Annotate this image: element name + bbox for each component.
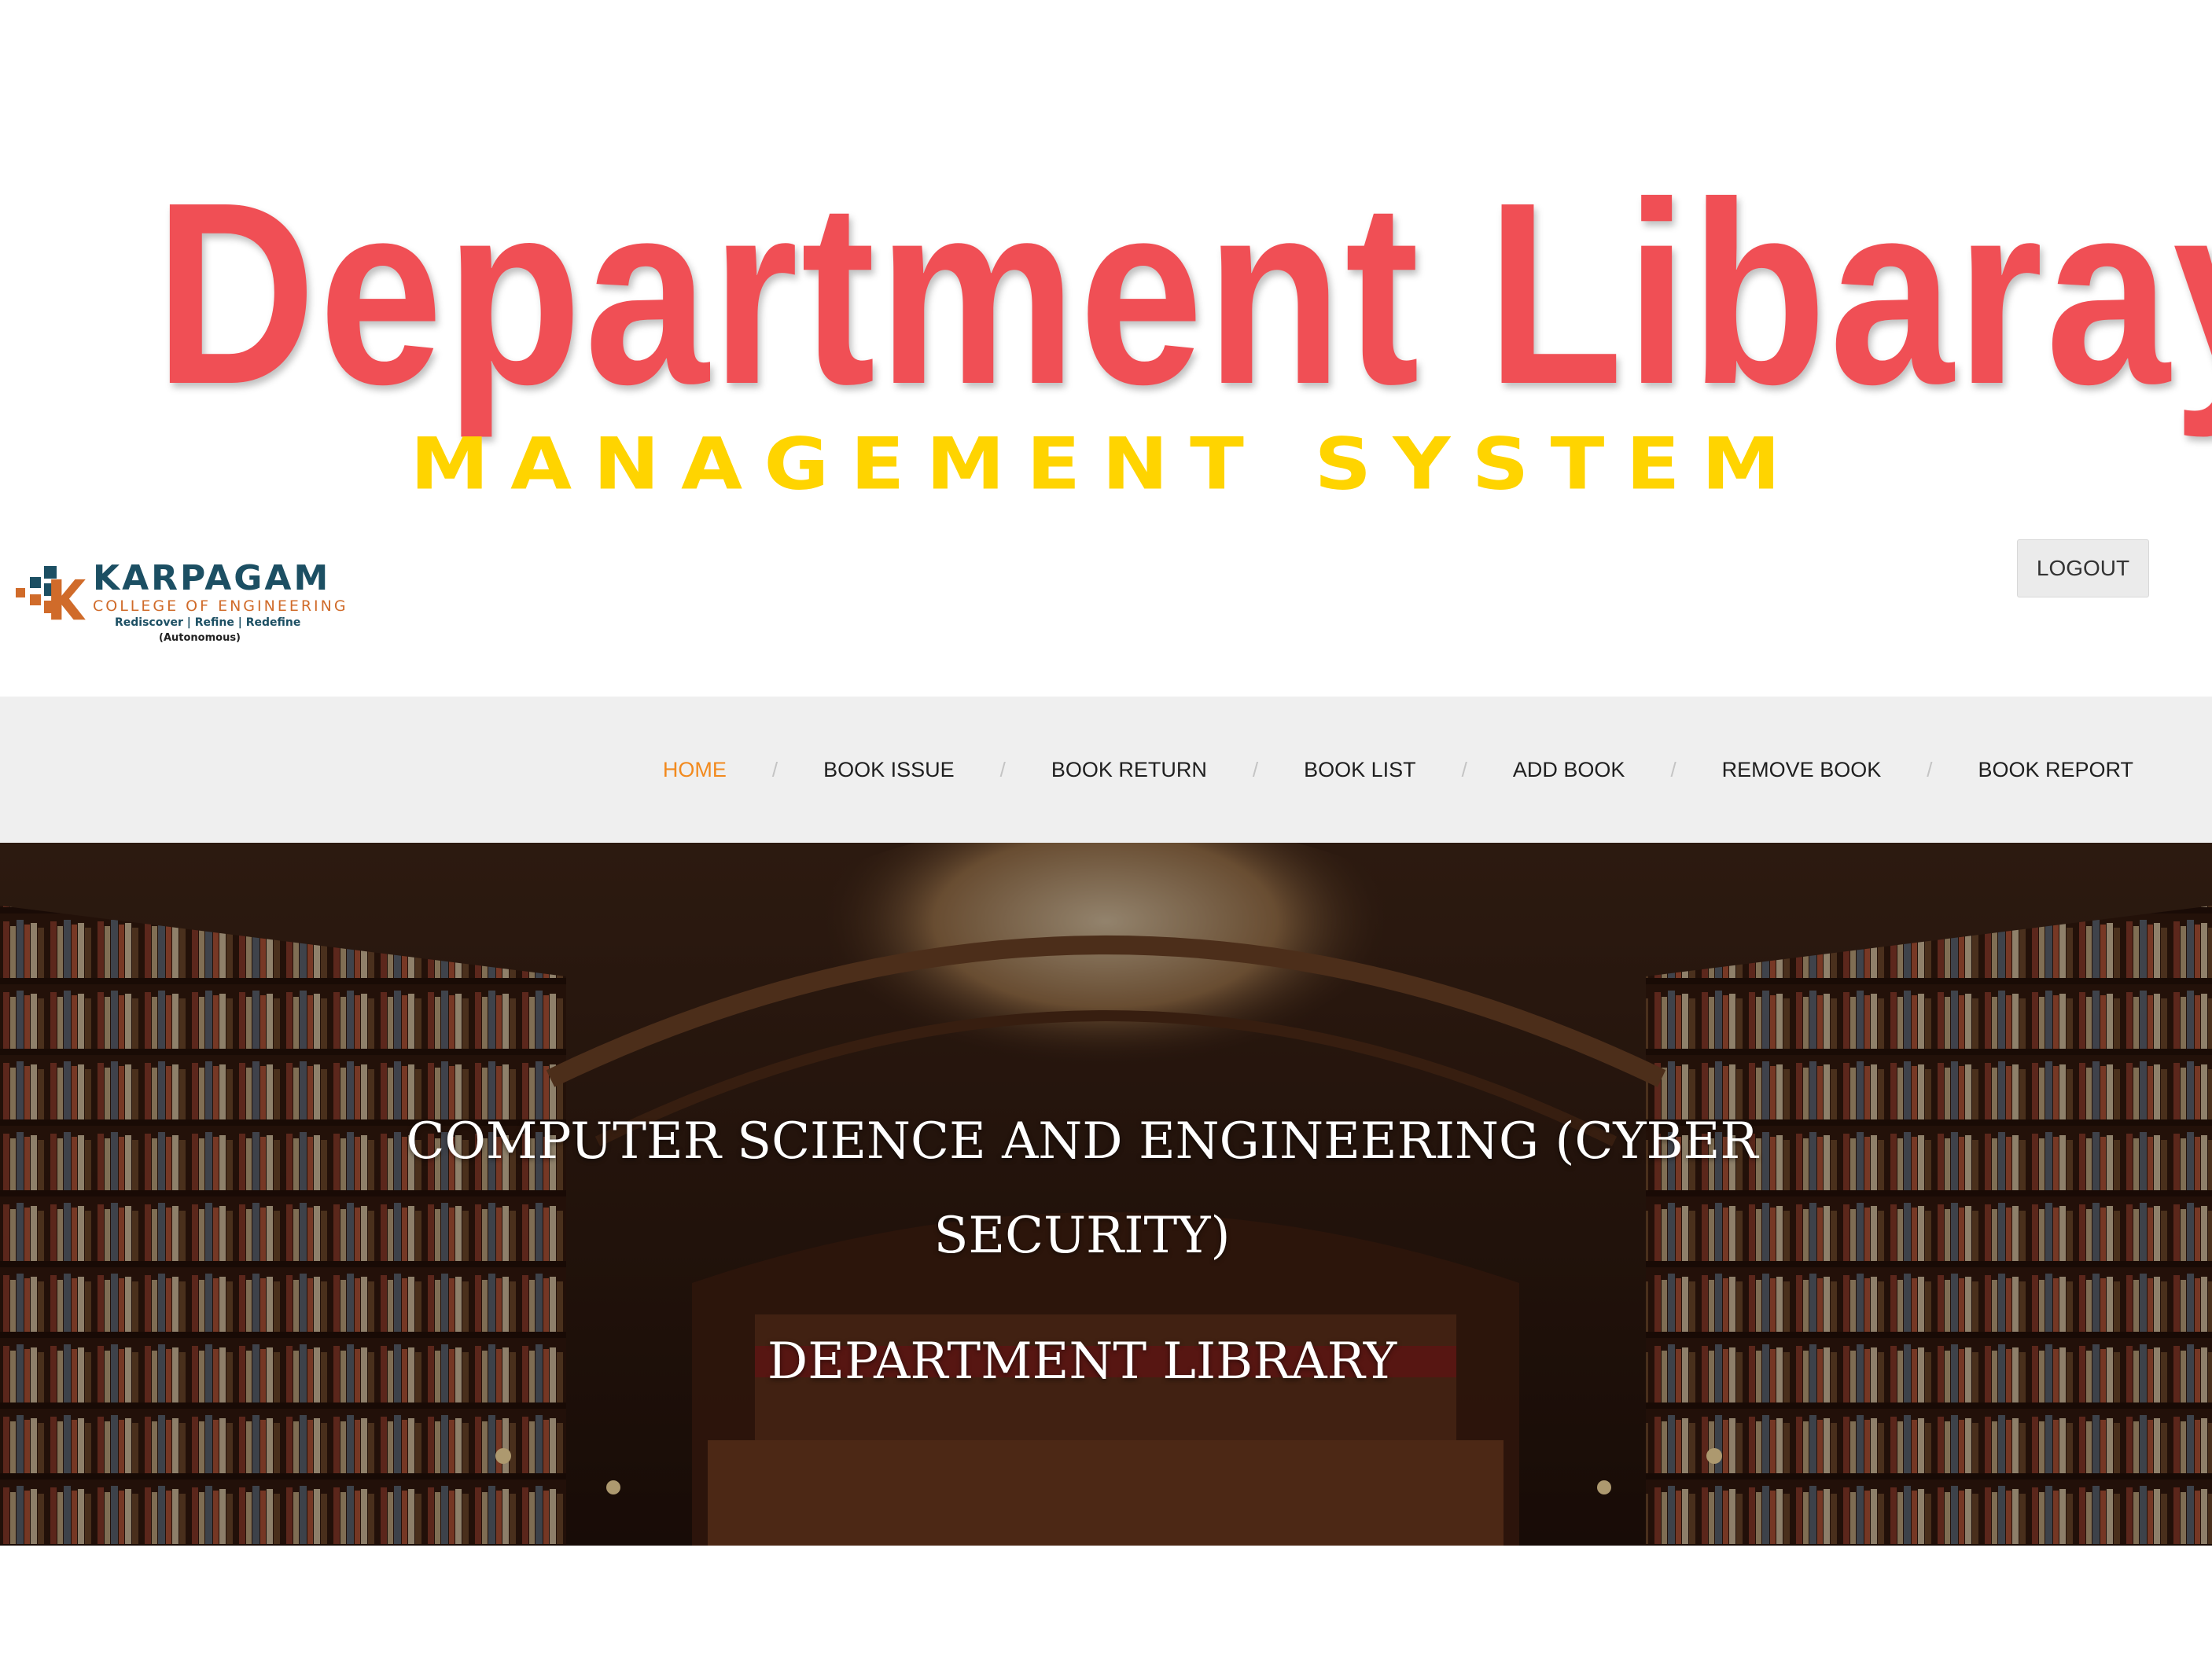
- nav-item-book-list[interactable]: BOOK LIST: [1304, 758, 1416, 782]
- logo-autonomous: (Autonomous): [159, 632, 241, 644]
- nav-separator: /: [1252, 757, 1259, 781]
- main-nav: HOME / BOOK ISSUE / BOOK RETURN / BOOK L…: [0, 697, 2212, 843]
- logo-name: KARPAGAM: [93, 558, 331, 598]
- banner-subtitle: MANAGEMENT SYSTEM: [410, 421, 1802, 506]
- nav-separator: /: [1927, 757, 1933, 781]
- logo-tagline: Rediscover | Refine | Redefine: [115, 616, 301, 629]
- logo-college: COLLEGE OF ENGINEERING: [93, 597, 348, 615]
- hero-heading: COMPUTER SCIENCE AND ENGINEERING (CYBER …: [406, 1112, 1758, 1265]
- college-logo[interactable]: KARPAGAM COLLEGE OF ENGINEERING Rediscov…: [16, 558, 346, 660]
- nav-separator: /: [1670, 757, 1676, 781]
- hero-section: COMPUTER SCIENCE AND ENGINEERING (CYBER …: [0, 843, 2212, 1546]
- site-header: KARPAGAM COLLEGE OF ENGINEERING Rediscov…: [0, 519, 2212, 697]
- karpagam-logo-icon: [16, 566, 86, 620]
- nav-item-book-report[interactable]: BOOK REPORT: [1978, 758, 2133, 782]
- nav-item-book-issue[interactable]: BOOK ISSUE: [823, 758, 955, 782]
- banner-title: Department Libaray: [154, 148, 2212, 438]
- nav-item-home[interactable]: HOME: [663, 758, 727, 782]
- hero-subheading: DEPARTMENT LIBRARY: [767, 1333, 1397, 1391]
- page: Department Libaray MANAGEMENT SYSTEM KAR…: [0, 0, 2212, 1658]
- nav-item-add-book[interactable]: ADD BOOK: [1513, 758, 1625, 782]
- nav-item-remove-book[interactable]: REMOVE BOOK: [1722, 758, 1882, 782]
- nav-separator: /: [999, 757, 1006, 781]
- nav-list: HOME / BOOK ISSUE / BOOK RETURN / BOOK L…: [663, 697, 2133, 843]
- nav-separator: /: [1461, 757, 1467, 781]
- logout-button[interactable]: LOGOUT: [2017, 539, 2149, 597]
- nav-separator: /: [771, 757, 778, 781]
- nav-item-book-return[interactable]: BOOK RETURN: [1051, 758, 1207, 782]
